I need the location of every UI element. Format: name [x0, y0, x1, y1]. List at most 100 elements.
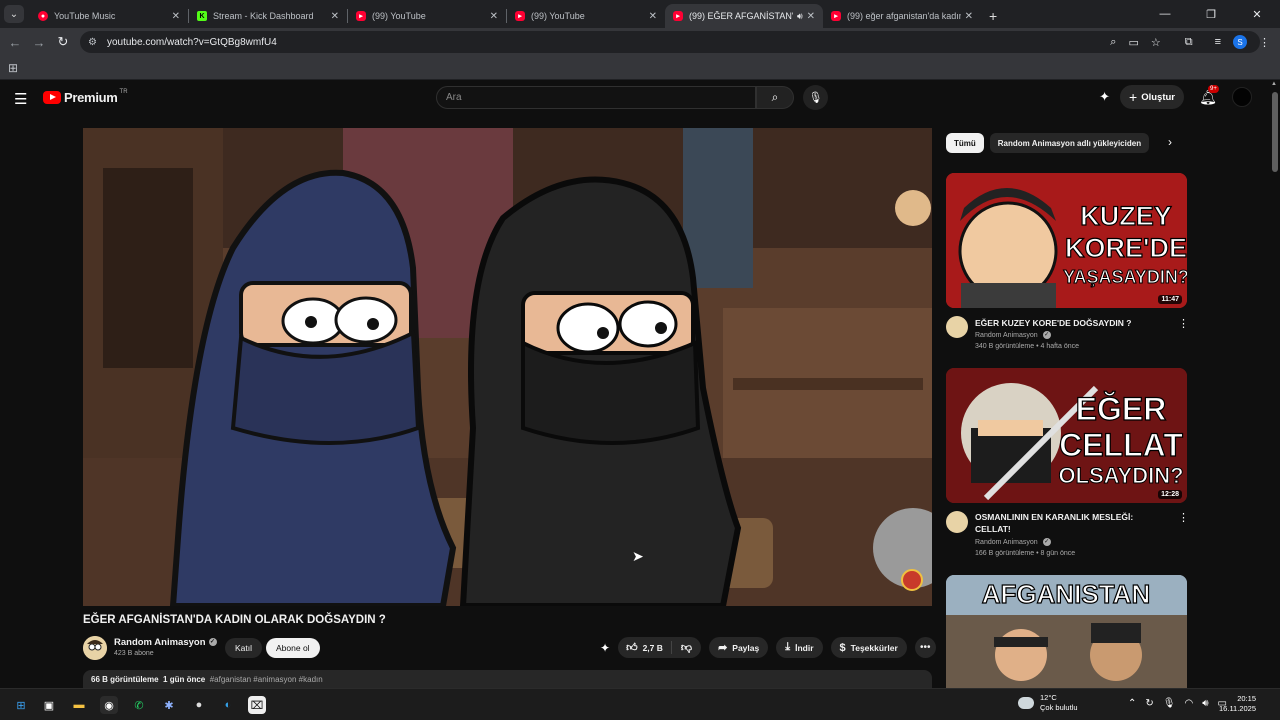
profile-avatar[interactable]: S — [1233, 35, 1247, 49]
channel-avatar[interactable] — [946, 511, 968, 533]
ask-sparkle-icon[interactable]: ✦ — [600, 641, 610, 655]
close-tab-icon[interactable]: ✕ — [172, 11, 180, 22]
download-button[interactable]: ⤓ İndir — [776, 637, 823, 658]
channel-name[interactable]: Random Animasyon ✓ — [114, 637, 217, 648]
browser-tab[interactable]: K Stream - Kick Dashboard ✕ — [189, 4, 347, 28]
site-info-icon[interactable]: ⚙ — [88, 37, 97, 48]
more-vertical-icon[interactable]: ⋮ — [1178, 511, 1189, 524]
thanks-button[interactable]: $ Teşekkürler — [830, 637, 907, 658]
search-input[interactable]: Ara — [436, 86, 756, 109]
sparkle-icon[interactable]: ✦ — [1099, 89, 1110, 105]
recommended-title[interactable]: EĞER KUZEY KORE'DE DOĞSAYDIN ? — [975, 317, 1170, 329]
hashtags[interactable]: #afganistan #animasyon #kadın — [210, 675, 323, 684]
search-icon: ⌕ — [771, 90, 779, 104]
verified-icon: ✓ — [208, 638, 217, 647]
scrollbar-thumb[interactable] — [1272, 92, 1278, 172]
clock-date: 16.11.2025 — [1219, 704, 1256, 713]
account-avatar[interactable] — [1232, 87, 1252, 107]
close-window-icon[interactable]: ✕ — [1234, 0, 1280, 28]
minimize-icon[interactable]: — — [1142, 0, 1188, 28]
scroll-up-icon[interactable]: ▲ — [1271, 81, 1277, 87]
video-player[interactable]: ➤ — [83, 128, 932, 606]
channel-avatar[interactable] — [83, 636, 107, 660]
obs-icon[interactable]: ● — [190, 696, 208, 714]
close-tab-icon[interactable]: ✕ — [490, 11, 498, 22]
close-tab-icon[interactable]: ✕ — [649, 11, 657, 22]
menu-hamburger-icon[interactable]: ☰ — [14, 90, 27, 108]
recommended-title[interactable]: OSMANLININ EN KARANLIK MESLEĞİ: CELLAT! — [975, 511, 1170, 535]
apps-grid-icon[interactable]: ⊞ — [8, 61, 18, 75]
thumb-line-2: CELLAT — [1059, 427, 1183, 463]
address-bar[interactable]: ⚙ youtube.com/watch?v=GtQBg8wmfU4 — [80, 31, 1260, 53]
chrome-icon[interactable]: ◉ — [100, 696, 118, 714]
chip-all[interactable]: Tümü — [946, 133, 984, 153]
recommended-thumbnail[interactable]: AFGANISTAN — [946, 575, 1187, 688]
youtube-icon: ▸ — [673, 11, 683, 21]
browser-tab[interactable]: ● YouTube Music ✕ — [30, 4, 188, 28]
new-tab-icon[interactable]: + — [989, 8, 997, 24]
temperature: 12°C — [1040, 693, 1057, 702]
tab-search-button[interactable]: ⌄ — [4, 5, 24, 23]
close-tab-icon[interactable]: ✕ — [807, 11, 815, 22]
edge-icon[interactable]: ◐ — [219, 696, 237, 714]
thanks-label: Teşekkürler — [850, 642, 898, 653]
chevron-right-icon[interactable]: › — [1168, 135, 1172, 149]
reload-icon[interactable]: ↻ — [51, 34, 75, 50]
close-tab-icon[interactable]: ✕ — [331, 11, 339, 22]
whatsapp-icon[interactable]: ✆ — [130, 696, 148, 714]
recommended-thumbnail[interactable]: EĞER CELLAT OLSAYDIN? 12:28 — [946, 368, 1187, 503]
thumb-line-3: OLSAYDIN? — [1058, 463, 1183, 488]
chrome-menu-icon[interactable]: ⋮ — [1259, 36, 1270, 49]
channel-avatar[interactable] — [946, 316, 968, 338]
like-button[interactable]: 👍︎ 2,7 B — [618, 641, 672, 654]
reading-list-icon[interactable]: ≡ — [1215, 36, 1221, 48]
recommended-thumbnail[interactable]: KUZEY KORE'DE YAŞASAYDIN? 11:47 — [946, 173, 1187, 308]
wifi-icon[interactable]: ◠ — [1184, 698, 1193, 709]
capcut-icon[interactable]: ⌧ — [248, 696, 266, 714]
share-button[interactable]: ➦ Paylaş — [709, 637, 769, 658]
create-button[interactable]: + Oluştur — [1120, 85, 1184, 109]
microphone-tray-icon[interactable]: 🎙︎ — [1163, 698, 1176, 709]
thumb-line-1: EĞER — [1076, 391, 1167, 427]
forward-icon[interactable]: → — [27, 35, 51, 50]
volume-icon[interactable]: 🔊︎ — [1202, 698, 1208, 709]
recommended-channel[interactable]: Random Animasyon ✓ — [975, 538, 1051, 546]
more-vertical-icon[interactable]: ⋮ — [1178, 317, 1189, 330]
voice-search-button[interactable]: 🎙︎ — [803, 85, 828, 110]
browser-tab[interactable]: ▸ (99) eğer afganistan'da kadın o ✕ — [823, 4, 981, 28]
bookmark-star-icon[interactable]: ☆ — [1151, 36, 1161, 49]
speaker-icon[interactable]: 🔊︎ — [797, 11, 803, 22]
system-clock[interactable]: 20:15 16.11.2025 — [1219, 694, 1256, 714]
restore-icon[interactable]: ❐ — [1188, 0, 1234, 28]
country-code: TR — [119, 88, 128, 95]
chip-from-uploader[interactable]: Random Animasyon adlı yükleyiciden — [989, 133, 1150, 153]
network-app-icon[interactable]: ✱ — [160, 696, 178, 714]
cast-icon[interactable]: ▭ — [1128, 36, 1138, 49]
browser-tab[interactable]: ▸ (99) YouTube ✕ — [348, 4, 506, 28]
thumbs-up-icon: 👍︎ — [626, 642, 638, 654]
notifications-button[interactable]: 🔔︎ 9+ — [1194, 84, 1222, 106]
description-box[interactable]: 66 B görüntüleme 1 gün önce #afganistan … — [83, 670, 932, 690]
windows-start-icon[interactable]: ⊞ — [12, 696, 30, 714]
dislike-button[interactable]: 👎︎ — [672, 641, 701, 654]
extensions-icon[interactable]: ⧉ — [1185, 36, 1193, 49]
youtube-premium-logo[interactable]: Premium TR — [43, 88, 128, 105]
recommended-channel[interactable]: Random Animasyon ✓ — [975, 331, 1051, 339]
browser-tab-active[interactable]: ▸ (99) EĞER AFGANİSTAN'DA 🔊︎ ✕ — [665, 4, 823, 28]
page-scrollbar[interactable]: ▲ — [1270, 80, 1280, 688]
browser-tab[interactable]: ▸ (99) YouTube ✕ — [507, 4, 665, 28]
file-explorer-icon[interactable]: ▬ — [70, 696, 88, 714]
subscribe-button[interactable]: Abone ol — [266, 638, 320, 658]
search-button[interactable]: ⌕ — [756, 86, 794, 109]
youtube-header: ☰ Premium TR Ara ⌕ 🎙︎ ✦ + Oluştur 🔔︎ 9+ — [0, 80, 1270, 116]
weather-widget[interactable]: 12°C Çok bulutlu — [1018, 693, 1078, 713]
close-tab-icon[interactable]: ✕ — [965, 11, 973, 22]
zoom-icon[interactable]: ⌕ — [1110, 36, 1116, 49]
join-button[interactable]: Katıl — [225, 638, 263, 658]
back-icon[interactable]: ← — [3, 35, 27, 50]
task-view-icon[interactable]: ▣ — [40, 696, 58, 714]
more-actions-button[interactable]: ••• — [914, 637, 936, 658]
tray-expand-icon[interactable]: ⌃ — [1128, 698, 1136, 709]
sync-icon[interactable]: ↻ — [1145, 698, 1153, 709]
thumbnail-illustration: EĞER CELLAT OLSAYDIN? — [946, 368, 1187, 503]
